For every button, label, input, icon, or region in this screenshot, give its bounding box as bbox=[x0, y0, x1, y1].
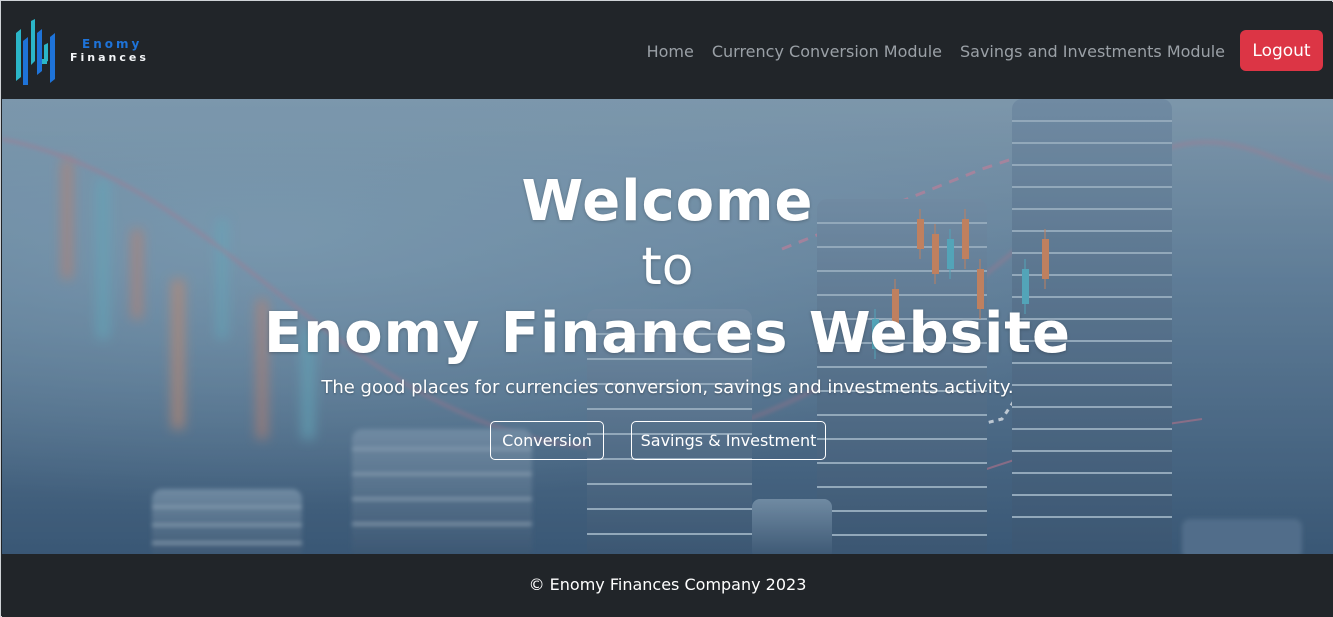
hero-banner: Welcome to Enomy Finances Website The go… bbox=[2, 99, 1333, 554]
logout-button[interactable]: Logout bbox=[1240, 30, 1323, 71]
hero-heading-to: to bbox=[641, 237, 694, 297]
hero-tagline: The good places for currencies conversio… bbox=[321, 377, 1014, 398]
top-navbar: Enomy Finances Home Currency Conversion … bbox=[2, 2, 1333, 99]
page-frame: Enomy Finances Home Currency Conversion … bbox=[0, 0, 1333, 617]
brand-name-bottom: Finances bbox=[70, 51, 149, 64]
hero-heading-site-name: Enomy Finances Website bbox=[263, 301, 1072, 366]
nav-currency-conversion-link[interactable]: Currency Conversion Module bbox=[712, 42, 942, 61]
footer-copyright: © Enomy Finances Company 2023 bbox=[528, 575, 807, 594]
nav-home-link[interactable]: Home bbox=[647, 42, 694, 61]
nav-links: Home Currency Conversion Module Savings … bbox=[647, 42, 1225, 61]
hero-heading-welcome: Welcome bbox=[521, 169, 814, 234]
brand-name-top: Enomy bbox=[82, 37, 143, 51]
brand-logo[interactable]: Enomy Finances bbox=[14, 19, 154, 85]
savings-investment-button[interactable]: Savings & Investment bbox=[631, 421, 826, 460]
conversion-button[interactable]: Conversion bbox=[490, 421, 604, 460]
nav-savings-investments-link[interactable]: Savings and Investments Module bbox=[960, 42, 1225, 61]
page-footer: © Enomy Finances Company 2023 bbox=[2, 554, 1333, 617]
logo-bars-icon bbox=[16, 19, 55, 85]
